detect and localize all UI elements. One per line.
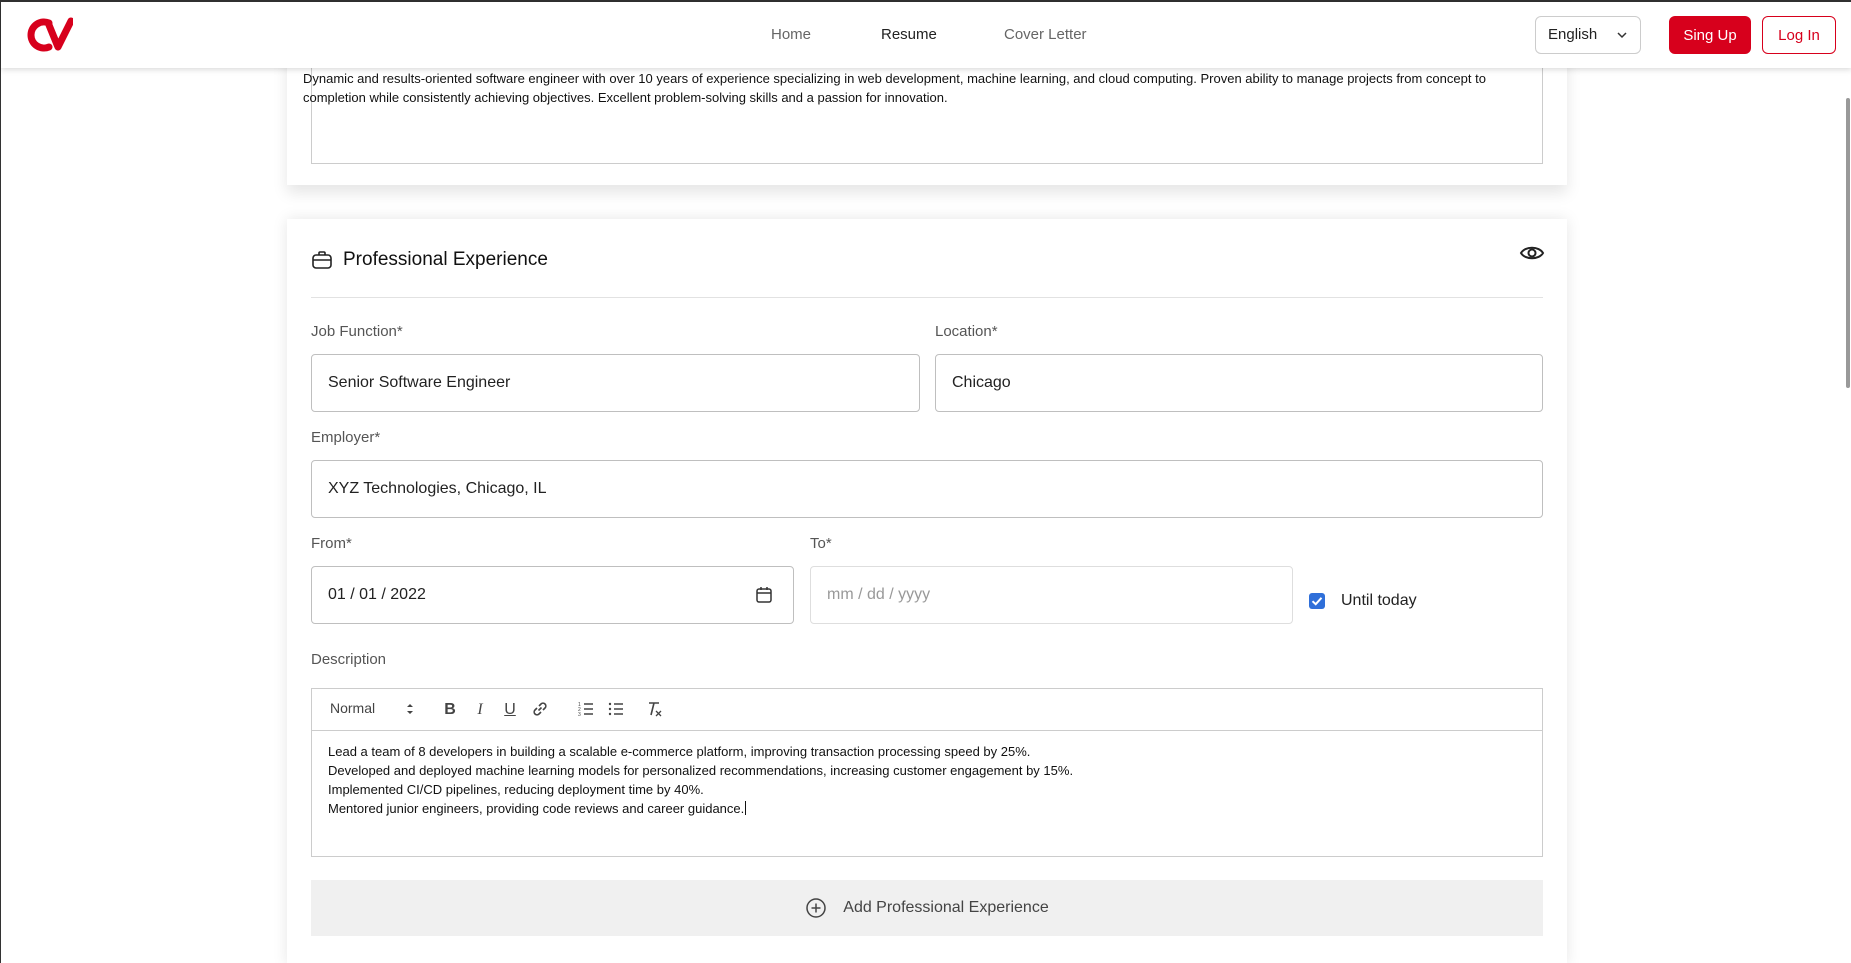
text-cursor [745, 801, 747, 815]
description-line: Lead a team of 8 developers in building … [328, 744, 1031, 759]
to-date-input[interactable]: mm / dd / yyyy [810, 566, 1293, 624]
from-label: From* [311, 535, 352, 552]
from-date-value: 01 / 01 / 2022 [328, 586, 426, 603]
to-label: To* [810, 535, 832, 552]
employer-input[interactable]: XYZ Technologies, Chicago, IL [311, 460, 1543, 518]
from-date-input[interactable]: 01 / 01 / 2022 [311, 566, 794, 624]
page-scrollbar[interactable] [1846, 98, 1850, 388]
format-select[interactable]: Normal [330, 700, 375, 716]
nav-resume[interactable]: Resume [881, 26, 937, 43]
until-today-label[interactable]: Until today [1341, 592, 1417, 610]
updown-arrows-icon [407, 704, 413, 714]
job-function-label: Job Function* [311, 323, 403, 340]
description-line: Mentored junior engineers, providing cod… [328, 801, 745, 816]
section-title: Professional Experience [343, 249, 548, 270]
bold-icon[interactable]: B [440, 700, 460, 720]
language-select[interactable]: English [1535, 16, 1641, 54]
description-label: Description [311, 651, 387, 668]
employer-label: Employer* [311, 429, 381, 446]
bullet-list-icon[interactable] [606, 700, 626, 720]
description-line: Developed and deployed machine learning … [328, 763, 1074, 778]
chevron-down-icon [1617, 32, 1627, 39]
location-label: Location* [935, 323, 998, 340]
language-value: English [1548, 26, 1598, 43]
underline-icon[interactable]: U [500, 700, 520, 720]
description-text[interactable]: Lead a team of 8 developers in building … [328, 742, 1528, 818]
summary-text[interactable]: Dynamic and results-oriented software en… [303, 69, 1508, 107]
signup-button[interactable]: Sing Up [1669, 16, 1751, 54]
briefcase-icon [312, 251, 332, 269]
section-divider [311, 297, 1543, 298]
link-icon[interactable] [530, 700, 550, 720]
calendar-icon[interactable] [755, 586, 773, 604]
top-header: Home Resume Cover Letter English Sing Up… [1, 2, 1851, 68]
clear-format-icon[interactable] [644, 700, 664, 720]
italic-icon[interactable]: I [470, 700, 490, 720]
nav-cover-letter[interactable]: Cover Letter [1004, 26, 1087, 43]
experience-card: Professional Experience Job Function* Se… [287, 219, 1567, 963]
editor-toolbar: Normal B I U 123 [312, 689, 1542, 731]
add-experience-button[interactable]: Add Professional Experience [311, 880, 1543, 936]
login-button[interactable]: Log In [1762, 16, 1836, 54]
add-experience-label: Add Professional Experience [843, 899, 1049, 916]
description-line-last: Mentored junior engineers, providing cod… [328, 799, 1528, 818]
check-icon [1311, 597, 1323, 606]
job-function-input[interactable]: Senior Software Engineer [311, 354, 920, 412]
plus-circle-icon [806, 898, 827, 918]
section-header: Professional Experience [311, 245, 548, 275]
until-today-checkbox[interactable] [1309, 593, 1325, 609]
ordered-list-icon[interactable]: 123 [576, 700, 596, 720]
nav-home[interactable]: Home [771, 26, 811, 43]
description-editor[interactable]: Normal B I U 123 Lead a team of 8 develo… [311, 688, 1543, 857]
description-line: Implemented CI/CD pipelines, reducing de… [328, 782, 704, 797]
eye-icon[interactable] [1519, 242, 1545, 264]
svg-text:3: 3 [578, 712, 581, 718]
location-input[interactable]: Chicago [935, 354, 1543, 412]
